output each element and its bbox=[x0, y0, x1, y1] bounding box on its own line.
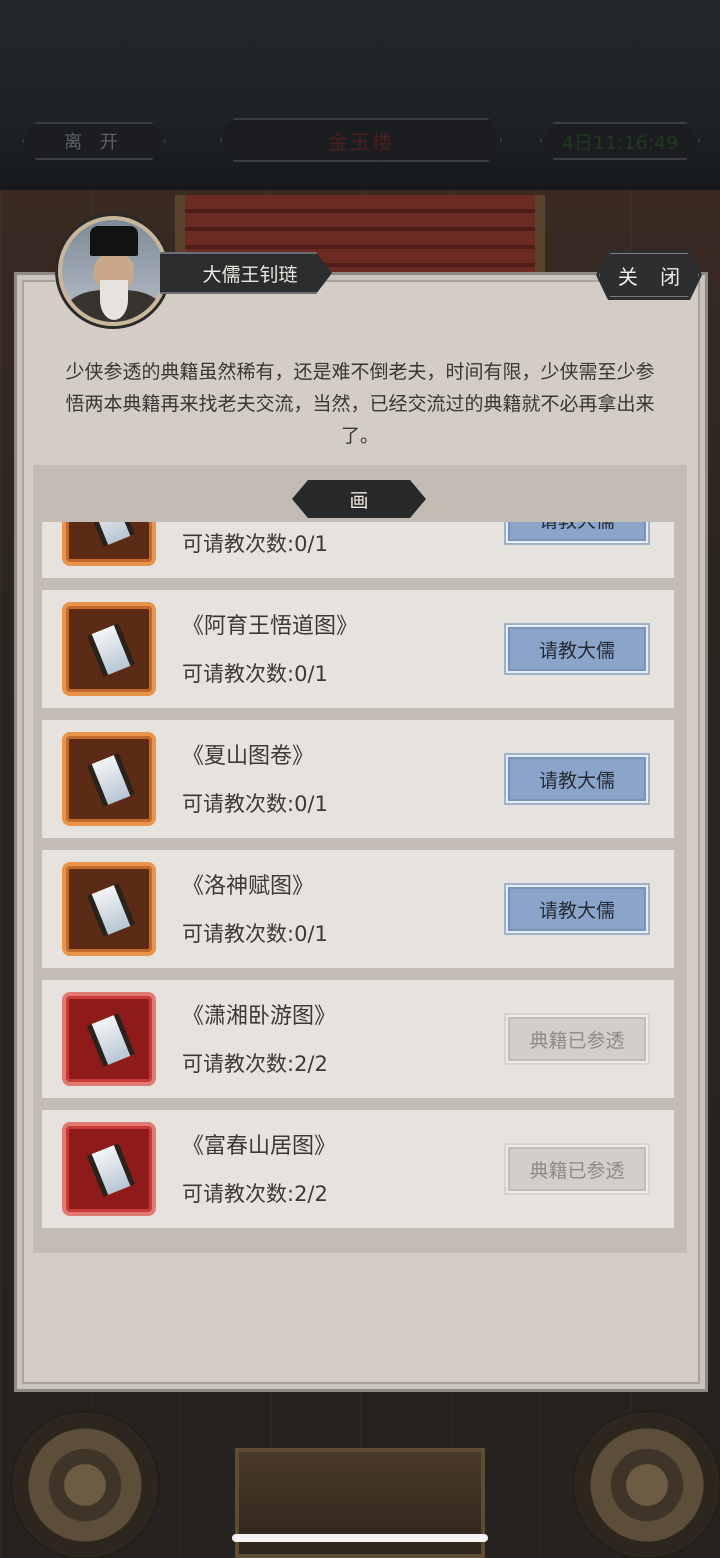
painting-scroll-icon bbox=[62, 732, 156, 826]
npc-portrait bbox=[58, 216, 168, 326]
book-list[interactable]: 可请教次数:0/1 请教大儒 《阿育王悟道图》 可请教次数:0/1 请教大儒 《… bbox=[42, 522, 674, 1228]
list-item: 《富春山居图》 可请教次数:2/2 典籍已参透 bbox=[42, 1110, 674, 1228]
npc-name-plate: 大儒王钊琏 bbox=[160, 252, 332, 294]
mastered-badge: 典籍已参透 bbox=[504, 1013, 650, 1065]
top-background bbox=[0, 0, 720, 195]
ask-scholar-button[interactable]: 请教大儒 bbox=[504, 883, 650, 935]
item-count: 可请教次数:2/2 bbox=[182, 1182, 328, 1206]
item-name: 《富春山居图》 bbox=[182, 1134, 337, 1159]
painting-scroll-icon bbox=[62, 862, 156, 956]
ask-scholar-button[interactable]: 请教大儒 bbox=[504, 522, 650, 545]
decorative-wheel-left bbox=[10, 1410, 160, 1558]
list-item: 《潇湘卧游图》 可请教次数:2/2 典籍已参透 bbox=[42, 980, 674, 1098]
dialog-description: 少侠参透的典籍虽然稀有，还是难不倒老夫，时间有限，少侠需至少参悟两本典籍再来找老… bbox=[65, 361, 655, 447]
home-indicator[interactable] bbox=[232, 1534, 488, 1542]
close-label: 关 闭 bbox=[617, 264, 689, 289]
portrait-beard bbox=[100, 280, 128, 320]
mastered-badge: 典籍已参透 bbox=[504, 1143, 650, 1195]
list-item: 《洛神赋图》 可请教次数:0/1 请教大儒 bbox=[42, 850, 674, 968]
item-count: 可请教次数:0/1 bbox=[182, 532, 328, 556]
decorative-wheel-right bbox=[572, 1410, 720, 1558]
item-name: 《阿育王悟道图》 bbox=[182, 614, 359, 639]
category-tab-painting[interactable]: 画 bbox=[292, 480, 426, 518]
game-clock: 4日11:16:49 bbox=[540, 122, 700, 160]
leave-button[interactable]: 离 开 bbox=[22, 122, 166, 160]
item-count: 可请教次数:0/1 bbox=[182, 792, 328, 816]
item-count: 可请教次数:2/2 bbox=[182, 1052, 328, 1076]
painting-scroll-icon bbox=[62, 522, 156, 566]
location-title: 金玉楼 bbox=[220, 118, 502, 162]
portrait-hat bbox=[90, 226, 138, 256]
list-item: 可请教次数:0/1 请教大儒 bbox=[42, 522, 674, 578]
item-name: 《潇湘卧游图》 bbox=[182, 1004, 337, 1029]
list-item: 《阿育王悟道图》 可请教次数:0/1 请教大儒 bbox=[42, 590, 674, 708]
ask-scholar-button[interactable]: 请教大儒 bbox=[504, 623, 650, 675]
close-button[interactable]: 关 闭 bbox=[596, 250, 702, 300]
item-count: 可请教次数:0/1 bbox=[182, 922, 328, 946]
item-count: 可请教次数:0/1 bbox=[182, 662, 328, 686]
ask-scholar-button[interactable]: 请教大儒 bbox=[504, 753, 650, 805]
list-item: 《夏山图卷》 可请教次数:0/1 请教大儒 bbox=[42, 720, 674, 838]
item-name: 《夏山图卷》 bbox=[182, 744, 315, 769]
item-name: 《洛神赋图》 bbox=[182, 874, 315, 899]
painting-scroll-icon bbox=[62, 1122, 156, 1216]
painting-scroll-icon bbox=[62, 602, 156, 696]
painting-scroll-icon bbox=[62, 992, 156, 1086]
npc-name: 大儒王钊琏 bbox=[202, 263, 298, 286]
